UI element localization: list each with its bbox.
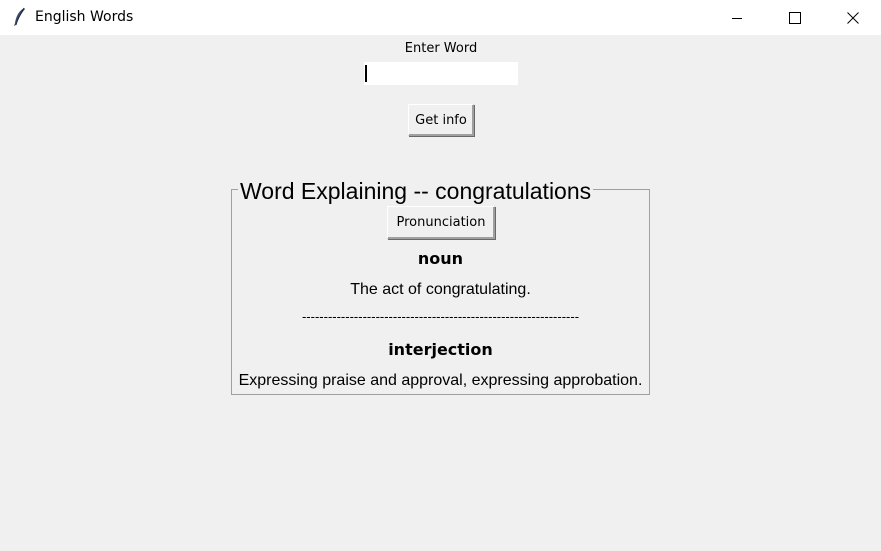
definition-noun: The act of congratulating. bbox=[350, 281, 531, 298]
part-of-speech-noun: noun bbox=[417, 249, 464, 268]
close-button[interactable] bbox=[824, 0, 881, 35]
frame-title: Word Explaining -- congratulations bbox=[238, 176, 594, 206]
feather-icon bbox=[12, 7, 28, 27]
window-title: English Words bbox=[35, 9, 134, 25]
text-caret bbox=[365, 65, 367, 82]
definition-interjection: Expressing praise and approval, expressi… bbox=[238, 372, 643, 389]
minimize-icon bbox=[732, 17, 742, 19]
meaning-separator: ----------------------------------------… bbox=[301, 309, 580, 324]
close-icon bbox=[847, 11, 859, 24]
pronunciation-button[interactable]: Pronunciation bbox=[387, 206, 495, 239]
get-info-button[interactable]: Get info bbox=[408, 104, 474, 136]
maximize-icon bbox=[789, 11, 801, 24]
title-bar: English Words bbox=[0, 0, 881, 35]
word-input[interactable] bbox=[364, 62, 518, 85]
part-of-speech-interjection: interjection bbox=[388, 340, 493, 359]
enter-word-label: Enter Word bbox=[404, 41, 478, 56]
minimize-button[interactable] bbox=[708, 0, 766, 35]
maximize-button[interactable] bbox=[766, 0, 824, 35]
